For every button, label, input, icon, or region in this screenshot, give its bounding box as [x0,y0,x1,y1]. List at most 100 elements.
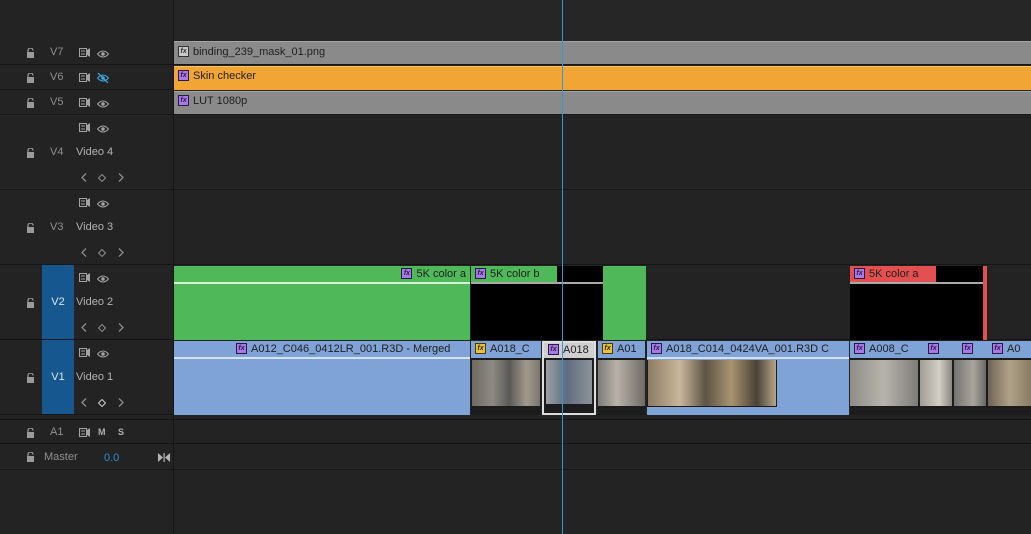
next-keyframe-icon[interactable] [118,398,124,409]
clip-v1-3-selected[interactable]: fx A018 [542,341,596,415]
track-header-v3[interactable]: V3 Video 3 [0,190,173,265]
eye-icon[interactable] [96,124,110,133]
lock-icon[interactable] [26,452,35,462]
add-keyframe-icon[interactable] [97,173,107,184]
master-track-name: Master [44,451,78,463]
timeline-panel: V7 V6 V5 V4 Video 4 V3 Video 3 V2 Video … [0,0,1031,534]
mute-button[interactable]: M [98,427,106,437]
lock-icon[interactable] [26,223,35,233]
next-keyframe-icon[interactable] [118,248,124,259]
lane-a1[interactable] [174,419,1031,444]
lock-icon[interactable] [26,73,35,83]
lock-icon[interactable] [26,148,35,158]
track-output-icon[interactable] [79,273,90,282]
clip-title: 5K color b [490,268,540,280]
opacity-rubber-band[interactable] [174,282,470,284]
track-label-v3[interactable]: Video 3 [76,221,113,233]
clip-v2-2[interactable]: fx 5K color b [471,266,646,340]
track-name-v2: V2 [51,296,65,308]
lock-icon[interactable] [26,373,35,383]
track-header-v1[interactable]: V1 Video 1 [0,340,173,415]
time-ruler[interactable] [174,0,1031,41]
clip-v1-1[interactable]: fx A012_C046_0412LR_001.R3D - Merged [174,341,470,415]
timeline-header-left [0,0,173,41]
clip-title: A008_C [869,343,909,355]
lock-icon[interactable] [26,48,35,58]
prev-keyframe-icon[interactable] [81,398,87,409]
clip-v2-3[interactable]: fx 5K color a [850,266,987,340]
add-keyframe-icon[interactable] [97,248,107,259]
clip-title: 5K color a [869,268,919,280]
fx-badge-icon: fx [854,267,865,279]
master-end-icon[interactable] [158,453,170,462]
track-name-v1: V1 [51,371,65,383]
opacity-rubber-band[interactable] [850,282,983,284]
lock-icon[interactable] [26,98,35,108]
eye-icon[interactable] [96,349,110,358]
track-header-master[interactable]: Master 0.0 [0,444,173,470]
track-output-icon[interactable] [79,73,90,82]
track-output-icon[interactable] [79,48,90,57]
track-header-v5[interactable]: V5 [0,90,173,115]
clip-thumbnail [648,360,776,406]
clip-thumbnail [546,360,592,404]
clip-v1-2[interactable]: fx A018_C [471,341,541,415]
add-keyframe-icon[interactable] [97,398,107,409]
lane-v4[interactable] [174,115,1031,190]
solo-button[interactable]: S [118,427,124,437]
opacity-rubber-band[interactable] [647,357,849,359]
track-header-v6[interactable]: V6 [0,65,173,90]
track-header-v7[interactable]: V7 [0,40,173,65]
track-label-v2[interactable]: Video 2 [76,296,113,308]
track-output-icon[interactable] [79,428,90,437]
track-header-v2[interactable]: V2 Video 2 [0,265,173,340]
clip-thumbnail [920,360,952,406]
clip-v2-1[interactable]: fx 5K color a [174,266,470,340]
clip-title: A018 [563,344,589,356]
playhead[interactable] [562,0,563,534]
add-keyframe-icon[interactable] [97,323,107,334]
lane-master[interactable] [174,444,1031,470]
prev-keyframe-icon[interactable] [81,248,87,259]
clip-v1-6[interactable]: fx A008_C fx fx fx A0 [850,341,1031,415]
clip-v7[interactable]: fx binding_239_mask_01.png [174,41,1031,64]
track-output-icon[interactable] [79,198,90,207]
fx-badge-icon: fx [854,342,865,354]
clip-thumbnail [598,360,645,406]
clip-v1-4[interactable]: fx A01 [598,341,645,415]
clip-thumbnail [850,360,918,406]
prev-keyframe-icon[interactable] [81,323,87,334]
clip-title: A01 [617,343,637,355]
eye-icon[interactable] [96,99,110,108]
eye-off-icon[interactable] [96,72,110,84]
clip-title: binding_239_mask_01.png [193,46,326,58]
clip-v1-5[interactable]: fx A018_C014_0424VA_001.R3D C [647,341,849,415]
fx-badge-icon: fx [548,343,559,355]
eye-icon[interactable] [96,274,110,283]
prev-keyframe-icon[interactable] [81,173,87,184]
track-output-icon[interactable] [79,123,90,132]
next-keyframe-icon[interactable] [118,173,124,184]
clip-v6[interactable]: fx Skin checker [174,66,1031,90]
eye-icon[interactable] [96,49,110,58]
lock-icon[interactable] [26,428,35,438]
track-label-v1[interactable]: Video 1 [76,371,113,383]
next-keyframe-icon[interactable] [118,323,124,334]
lock-icon[interactable] [26,298,35,308]
opacity-rubber-band[interactable] [174,357,470,359]
opacity-rubber-band[interactable] [471,282,603,284]
eye-icon[interactable] [96,199,110,208]
track-output-icon[interactable] [79,98,90,107]
clip-thumbnail [954,360,986,406]
clip-v5[interactable]: fx LUT 1080p [174,91,1031,114]
panel-divider[interactable] [173,0,174,534]
track-output-icon[interactable] [79,348,90,357]
clip-title: A018_C [490,343,530,355]
track-header-a1[interactable]: A1 M S [0,419,173,444]
fx-badge-icon: fx [992,342,1003,354]
lane-v3[interactable] [174,190,1031,265]
track-header-v4[interactable]: V4 Video 4 [0,115,173,190]
master-volume-value[interactable]: 0.0 [104,452,119,464]
fx-badge-icon: fx [178,94,189,106]
track-label-v4[interactable]: Video 4 [76,146,113,158]
